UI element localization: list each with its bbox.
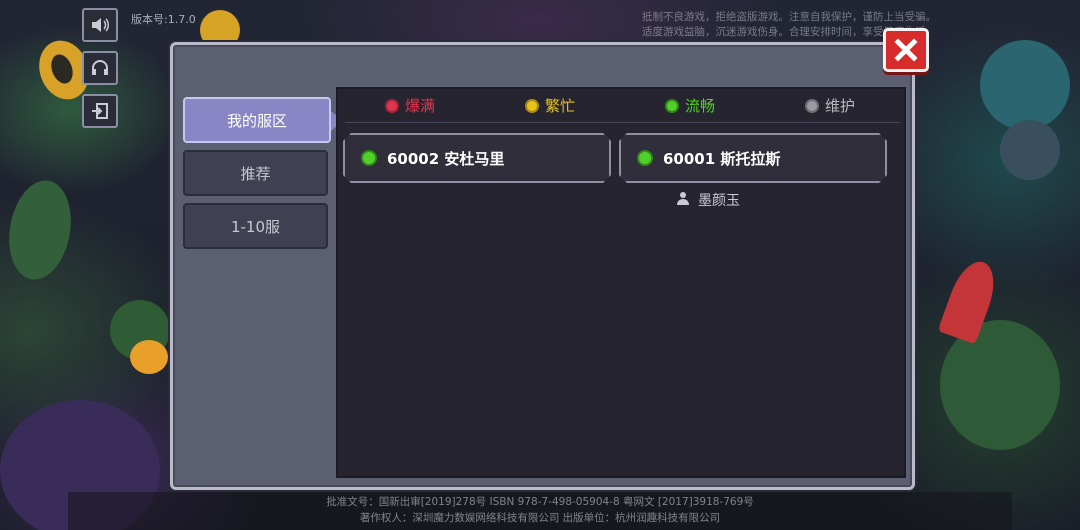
green-status-dot-icon <box>361 150 377 166</box>
headset-icon[interactable] <box>82 51 118 85</box>
tab-recommended[interactable]: 推荐 <box>183 150 328 196</box>
version-label: 版本号:1.7.0 <box>131 13 196 26</box>
legend-busy-label: 繁忙 <box>545 97 576 115</box>
server-name: 60002 安杜马里 <box>387 149 505 168</box>
logout-icon[interactable] <box>82 94 118 128</box>
close-icon <box>894 38 918 62</box>
character-name: 墨颜玉 <box>698 193 740 209</box>
legend-maintenance-label: 维护 <box>825 97 856 115</box>
footer-line1: 批准文号：国新出审[2019]278号 ISBN 978-7-498-05904… <box>326 496 754 508</box>
server-name: 60001 斯托拉斯 <box>663 149 781 168</box>
legend-smooth-label: 流畅 <box>685 97 716 115</box>
person-icon <box>676 191 690 209</box>
yellow-status-dot-icon <box>525 98 539 113</box>
legend-full: 爆满 <box>385 95 435 116</box>
close-button[interactable] <box>883 28 929 72</box>
server-entry[interactable]: 60002 安杜马里 <box>343 133 611 183</box>
copyright-footer: 批准文号：国新出审[2019]278号 ISBN 978-7-498-05904… <box>68 492 1012 530</box>
speaker-icon[interactable] <box>82 8 118 42</box>
footer-line2: 著作权人：深圳魔力数娱网络科技有限公司 出版单位：杭州润趣科技有限公司 <box>359 512 721 524</box>
gray-status-dot-icon <box>805 98 819 113</box>
red-status-dot-icon <box>385 98 399 113</box>
health-notice-line1: 抵制不良游戏，拒绝盗版游戏。注意自我保护，谨防上当受骗。 <box>642 11 936 23</box>
legend-maintenance: 维护 <box>805 95 855 116</box>
server-character: 墨颜玉 <box>676 190 740 210</box>
legend-full-label: 爆满 <box>405 97 436 115</box>
status-legend: 爆满 繁忙 流畅 维护 <box>345 92 900 123</box>
green-status-dot-icon <box>665 98 679 113</box>
tab-my-servers[interactable]: 我的服区 <box>183 97 343 143</box>
green-status-dot-icon <box>637 150 653 166</box>
legend-smooth: 流畅 <box>665 95 715 116</box>
server-entry[interactable]: 60001 斯托拉斯 <box>619 133 887 183</box>
legend-busy: 繁忙 <box>525 95 575 116</box>
tab-servers-1-10[interactable]: 1-10服 <box>183 203 328 249</box>
